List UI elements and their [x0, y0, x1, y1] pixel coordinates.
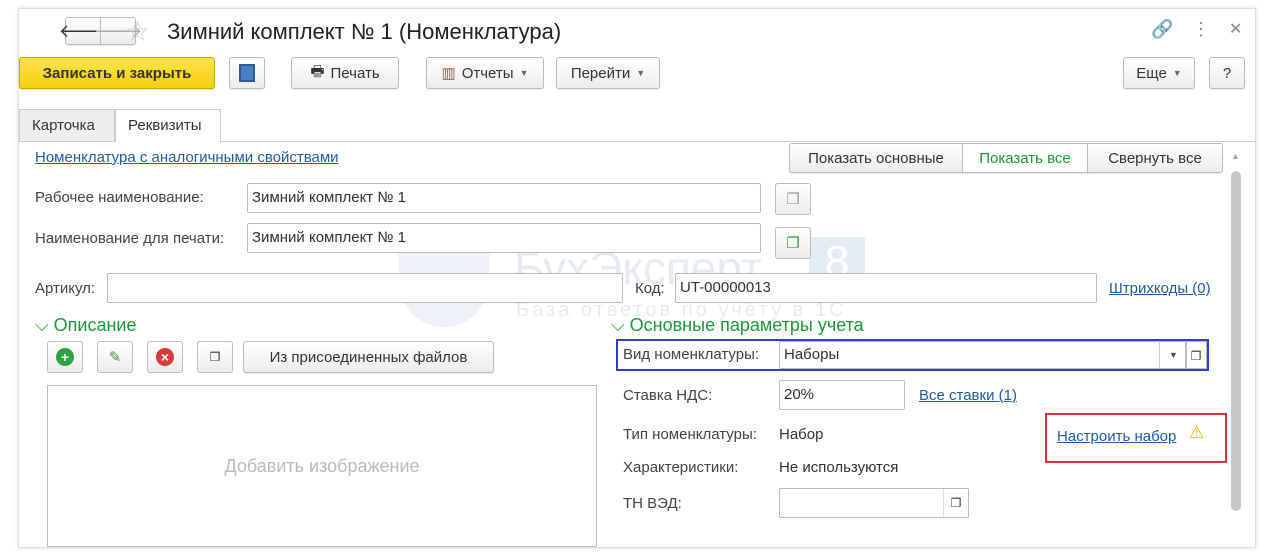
warning-icon: ⚠ — [1189, 423, 1205, 442]
save-close-button[interactable]: Записать и закрыть — [19, 57, 215, 89]
star-icon[interactable]: ☆ — [125, 15, 150, 48]
more-vert-icon[interactable]: ⋮ — [1192, 19, 1210, 40]
close-icon[interactable]: ✕ — [1229, 19, 1242, 39]
chars-value: Не используются — [779, 459, 899, 476]
fill-print-name-button[interactable]: ❐ — [775, 227, 811, 259]
open-button[interactable]: ❐ — [197, 341, 233, 373]
x-circle-icon: × — [156, 348, 174, 366]
page-title: Зимний комплект № 1 (Номенклатура) — [167, 19, 562, 44]
report-icon: ▥ — [441, 65, 456, 82]
attached-files-button[interactable]: Из присоединенных файлов — [243, 341, 494, 373]
add-button[interactable]: + — [47, 341, 83, 373]
chevron-down-icon: ⌵ — [611, 315, 625, 335]
description-section-header[interactable]: ⌵ Описание — [35, 315, 137, 336]
description-title: Описание — [53, 315, 137, 335]
goto-label: Перейти — [570, 64, 631, 82]
vat-input[interactable]: 20% — [779, 380, 905, 410]
print-label: Печать — [330, 64, 380, 82]
add-image-area[interactable]: Добавить изображение — [47, 385, 597, 547]
open-window-icon: ❐ — [209, 350, 221, 364]
similar-nomenclature-link[interactable]: Номенклатура с аналогичными свойствами — [35, 149, 339, 166]
print-name-label: Наименование для печати: — [35, 230, 225, 247]
plus-icon: + — [56, 348, 74, 366]
work-name-input[interactable]: Зимний комплект № 1 — [247, 183, 761, 213]
open-tnved-icon[interactable]: ❐ — [943, 489, 968, 517]
print-name-input[interactable]: Зимний комплект № 1 — [247, 223, 761, 253]
scrollbar-thumb[interactable] — [1231, 171, 1241, 511]
tab-requisites[interactable]: Реквизиты — [115, 109, 221, 142]
accounting-title: Основные параметры учета — [629, 315, 864, 335]
kind-select[interactable]: Наборы — [779, 341, 1187, 369]
printer-icon: 🖶 — [310, 62, 325, 80]
chevron-down-icon: ⌵ — [35, 315, 49, 335]
pencil-icon: ✎ — [108, 349, 122, 366]
barcodes-link[interactable]: Штрихкоды (0) — [1109, 280, 1211, 297]
print-button[interactable]: 🖶 Печать — [291, 57, 399, 89]
scroll-up-icon[interactable]: ▲ — [1231, 151, 1240, 161]
kind-label: Вид номенклатуры: — [623, 346, 760, 363]
reports-label: Отчеты — [461, 64, 514, 82]
setup-set-link[interactable]: Настроить набор — [1057, 428, 1176, 445]
code-input[interactable]: UT-00000013 — [675, 273, 1097, 303]
type-label: Тип номенклатуры: — [623, 426, 757, 443]
copy-name-button[interactable]: ❐ — [775, 183, 811, 215]
article-label: Артикул: — [35, 280, 96, 297]
collapse-all-button[interactable]: Свернуть все — [1087, 143, 1223, 173]
chars-label: Характеристики: — [623, 459, 739, 476]
open-kind-icon[interactable]: ❐ — [1185, 341, 1207, 369]
tnved-label: ТН ВЭД: — [623, 495, 682, 512]
show-basic-button[interactable]: Показать основные — [789, 143, 963, 173]
caret-down-icon: ▼ — [519, 68, 529, 78]
vat-label: Ставка НДС: — [623, 387, 713, 404]
delete-button[interactable]: × — [147, 341, 183, 373]
work-name-label: Рабочее наименование: — [35, 189, 204, 206]
goto-button[interactable]: Перейти ▼ — [556, 57, 660, 89]
link-icon[interactable]: 🔗 — [1151, 19, 1173, 40]
code-label: Код: — [635, 280, 665, 297]
caret-down-icon: ▼ — [1172, 68, 1182, 78]
dropdown-arrow-icon[interactable]: ▼ — [1159, 341, 1187, 369]
save-button[interactable] — [229, 57, 265, 89]
accounting-section-header[interactable]: ⌵ Основные параметры учета — [611, 315, 864, 336]
show-all-button[interactable]: Показать все — [962, 143, 1088, 173]
copy-arrow-icon: ❐ — [786, 235, 800, 252]
more-button[interactable]: Еще ▼ — [1123, 57, 1195, 89]
help-button[interactable]: ? — [1209, 57, 1245, 89]
caret-down-icon: ▼ — [636, 68, 646, 78]
tnved-input[interactable] — [779, 488, 969, 518]
form-window: 🡐 🡒 ☆ Зимний комплект № 1 (Номенклатура)… — [18, 8, 1256, 548]
floppy-icon — [239, 64, 255, 82]
all-rates-link[interactable]: Все ставки (1) — [919, 387, 1017, 404]
edit-button[interactable]: ✎ — [97, 341, 133, 373]
copy-icon: ❐ — [786, 191, 800, 208]
tab-card[interactable]: Карточка — [19, 109, 115, 141]
article-input[interactable] — [107, 273, 623, 303]
more-label: Еще — [1136, 64, 1167, 82]
type-value: Набор — [779, 426, 824, 443]
reports-button[interactable]: ▥ Отчеты ▼ — [426, 57, 544, 89]
